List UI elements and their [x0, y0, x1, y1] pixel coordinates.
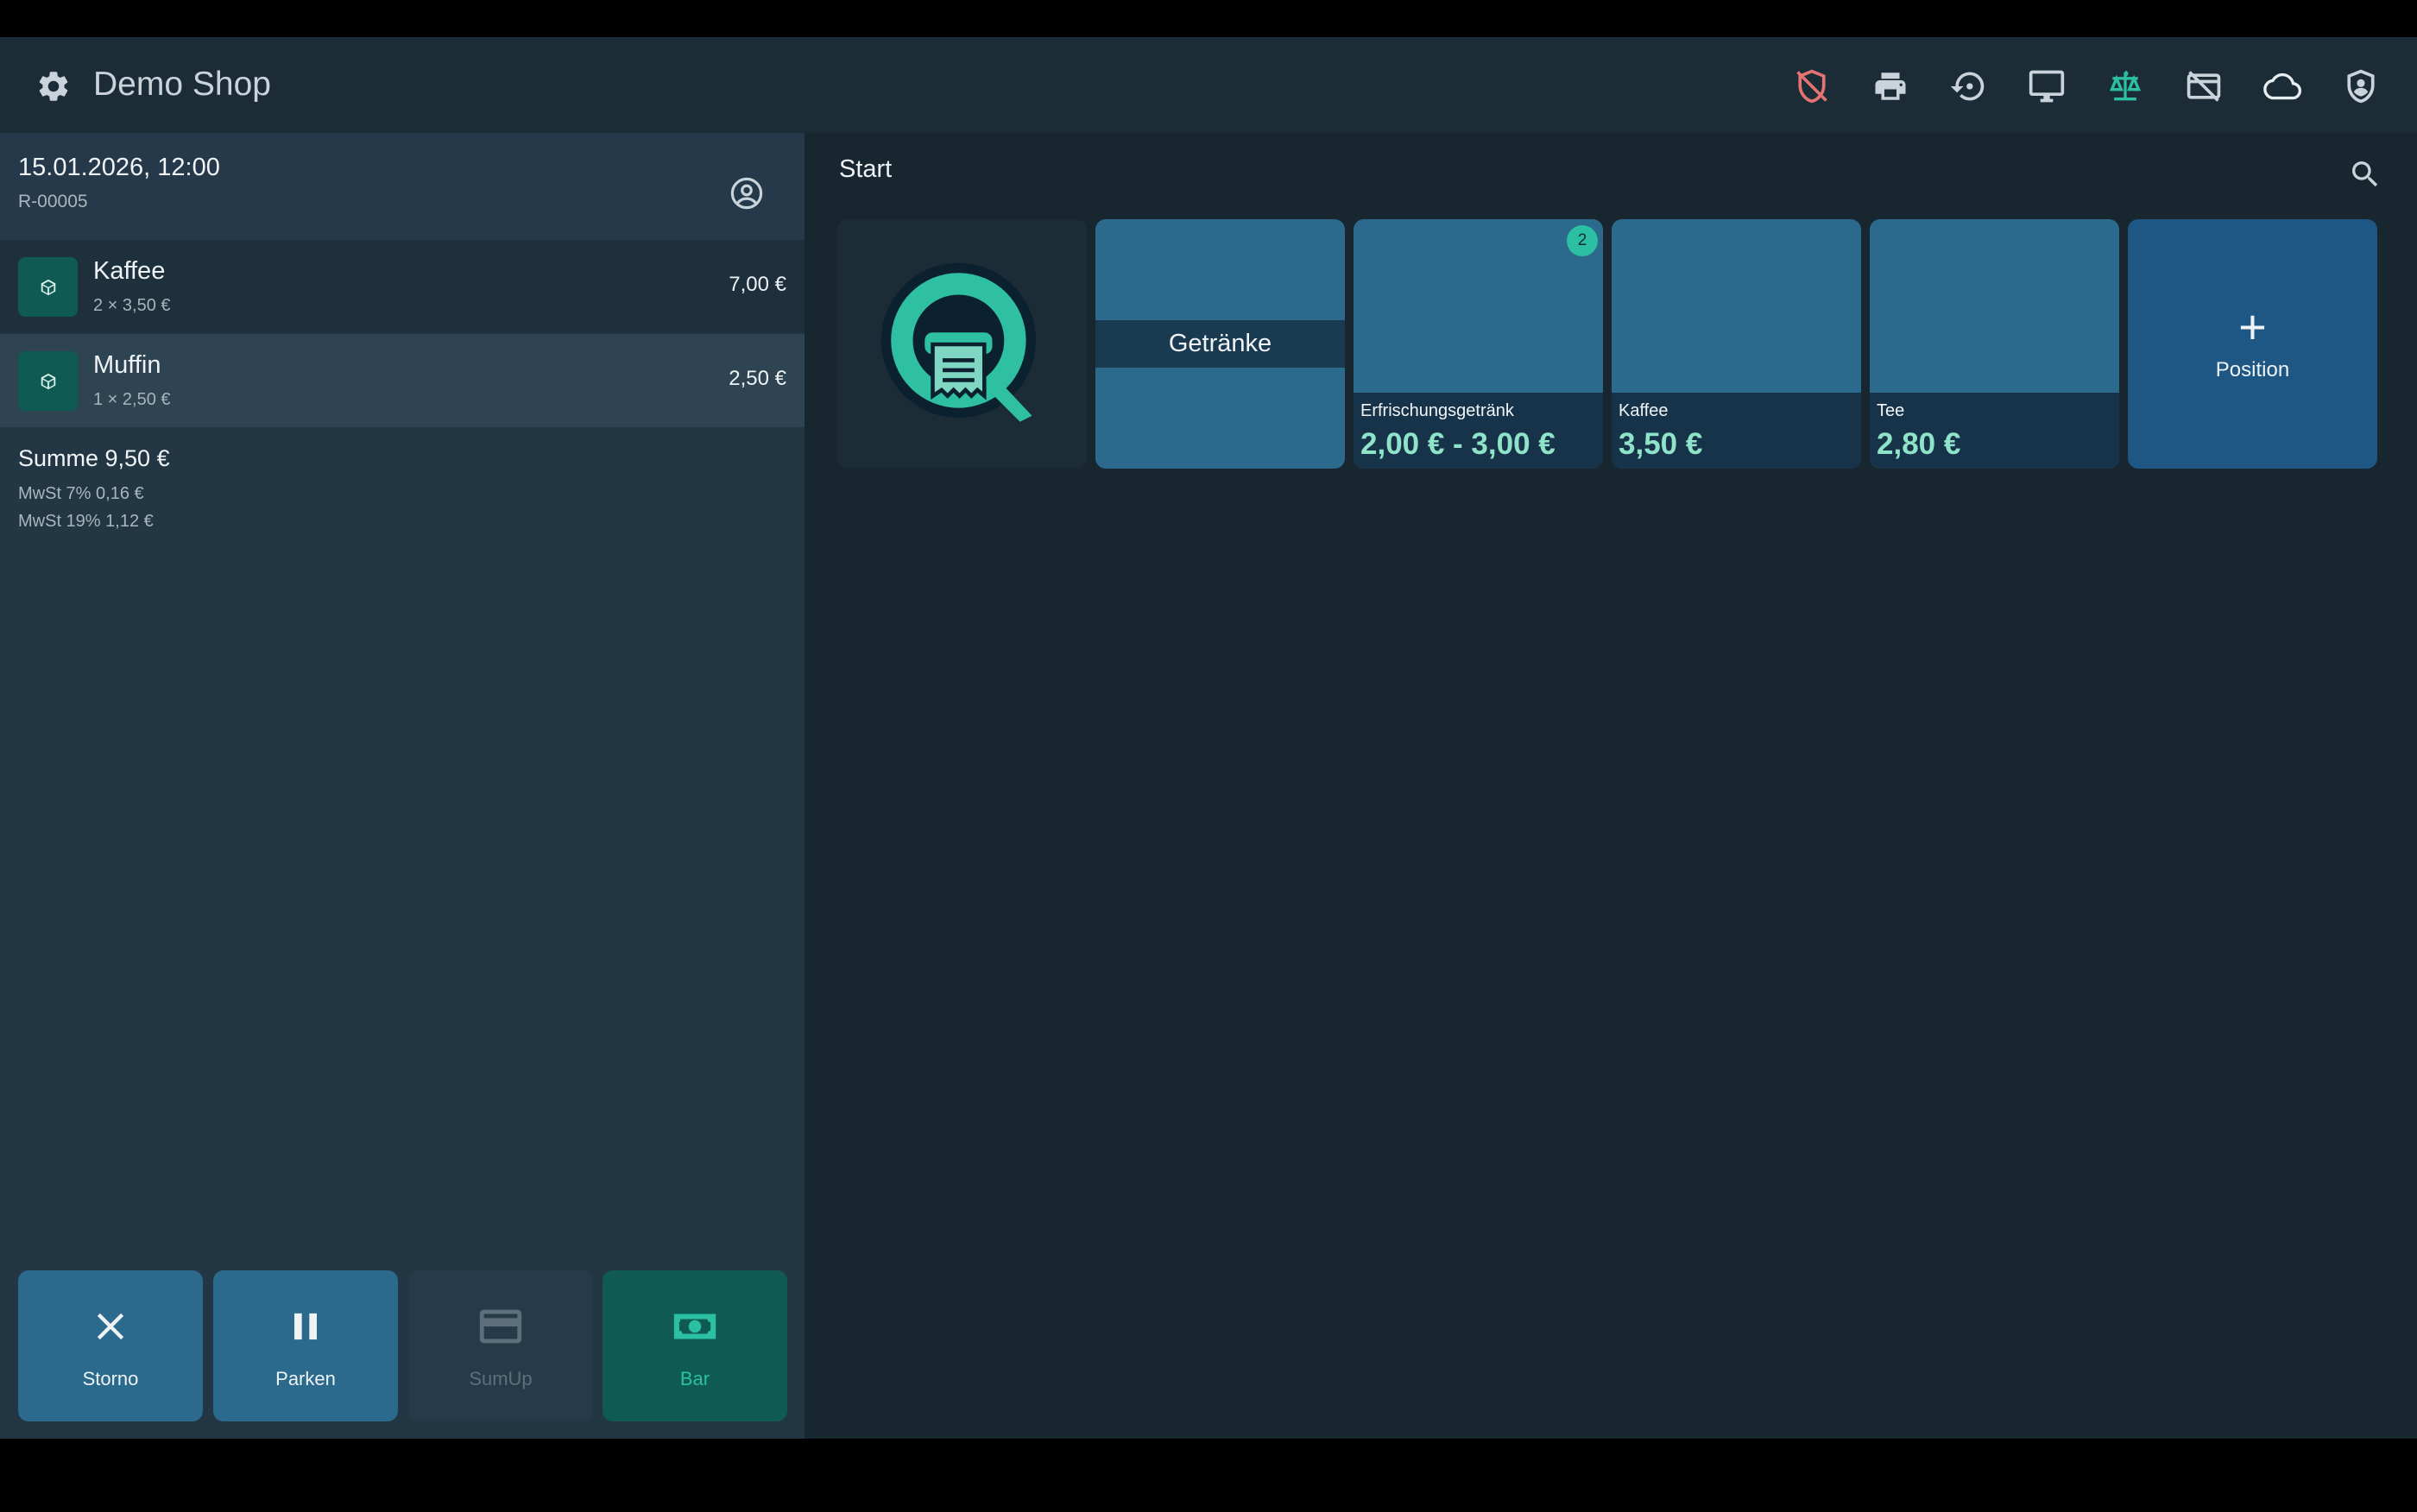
account-circle-icon	[730, 177, 763, 210]
variant-count-badge: 2	[1567, 225, 1598, 256]
product-area: Start Getränke 2 Erfrischungsgetränk 2,0…	[805, 133, 2417, 1439]
monitor-icon	[2029, 70, 2065, 103]
shield-off-icon	[1796, 69, 1827, 104]
parken-button[interactable]: Parken	[213, 1270, 398, 1421]
receipt-datetime: 15.01.2026, 12:00	[18, 154, 220, 181]
product-price: 2,80 €	[1877, 427, 1961, 461]
breadcrumb[interactable]: Start	[839, 155, 892, 184]
monitor-button[interactable]	[2023, 62, 2071, 110]
search-icon	[2352, 161, 2378, 187]
cube-icon	[41, 373, 55, 389]
top-bar: Demo Shop	[0, 37, 2417, 133]
settings-button[interactable]	[33, 66, 74, 107]
scale-icon	[2109, 70, 2142, 101]
shield-account-icon	[2347, 69, 2375, 104]
product-name: Tee	[1877, 401, 1905, 420]
cloud-button[interactable]	[2258, 62, 2307, 110]
storno-button[interactable]: Storno	[18, 1270, 203, 1421]
receipt-panel: 15.01.2026, 12:00 R-00005 Kaffee 2 × 3,5…	[0, 133, 805, 1439]
scale-button[interactable]	[2101, 62, 2149, 110]
product-name: Kaffee	[1619, 401, 1669, 420]
credit-card-icon	[479, 1309, 522, 1344]
plus-icon: +	[2238, 299, 2267, 354]
app-logo-icon	[880, 262, 1036, 422]
sumup-button[interactable]: SumUp	[408, 1270, 593, 1421]
receipt-line[interactable]: Muffin 1 × 2,50 € 2,50 €	[0, 334, 805, 427]
receipt-number: R-00005	[18, 192, 88, 211]
shop-logo-tile	[837, 219, 1087, 469]
printer-button[interactable]	[1866, 62, 1915, 110]
action-label: Parken	[275, 1368, 336, 1389]
printer-icon	[1875, 72, 1906, 100]
tax-line: MwSt 19% 1,12 €	[18, 512, 154, 531]
cash-icon	[673, 1314, 716, 1339]
product-tile[interactable]: Kaffee 3,50 €	[1612, 219, 1861, 469]
card-off-button[interactable]	[2180, 62, 2228, 110]
category-tile[interactable]: Getränke	[1095, 219, 1345, 469]
product-name: Erfrischungsgetränk	[1360, 401, 1514, 420]
category-label: Getränke	[1095, 320, 1345, 368]
action-label: Bar	[679, 1368, 710, 1389]
cube-icon	[41, 279, 55, 295]
shop-name: Demo Shop	[93, 66, 271, 103]
product-icon	[18, 257, 78, 317]
pos-app: Demo Shop 15.01.2026, 12:00 R-00005 Kaff…	[0, 37, 2417, 1439]
action-label: Storno	[82, 1368, 139, 1389]
product-footer: Tee 2,80 €	[1870, 393, 2119, 469]
product-tile[interactable]: 2 Erfrischungsgetränk 2,00 € - 3,00 €	[1354, 219, 1603, 469]
search-button[interactable]	[2344, 154, 2386, 195]
line-total: 2,50 €	[729, 367, 786, 390]
card-off-icon	[2187, 71, 2221, 102]
receipt-header: 15.01.2026, 12:00 R-00005	[0, 133, 805, 240]
gear-icon	[39, 72, 68, 101]
close-icon	[97, 1313, 124, 1340]
line-quantity: 1 × 2,50 €	[93, 390, 171, 409]
pause-icon	[294, 1313, 317, 1340]
product-tile[interactable]: Tee 2,80 €	[1870, 219, 2119, 469]
line-name: Muffin	[93, 351, 161, 379]
product-footer: Kaffee 3,50 €	[1612, 393, 1861, 469]
customer-button[interactable]	[723, 170, 770, 217]
shield-account-button[interactable]	[2337, 62, 2385, 110]
receipt-sum: Summe 9,50 €	[18, 445, 170, 471]
tax-line: MwSt 7% 0,16 €	[18, 484, 144, 503]
add-position-tile[interactable]: + Position	[2128, 219, 2377, 469]
product-price: 3,50 €	[1619, 427, 1703, 461]
line-total: 7,00 €	[729, 273, 786, 296]
line-quantity: 2 × 3,50 €	[93, 296, 171, 315]
add-position-label: Position	[2215, 357, 2290, 381]
history-icon	[1950, 72, 1985, 101]
product-icon	[18, 351, 78, 411]
product-price: 2,00 € - 3,00 €	[1360, 427, 1556, 461]
line-name: Kaffee	[93, 257, 166, 285]
product-footer: Erfrischungsgetränk 2,00 € - 3,00 €	[1354, 393, 1603, 469]
cloud-icon	[2263, 72, 2302, 100]
receipt-line[interactable]: Kaffee 2 × 3,50 € 7,00 €	[0, 240, 805, 333]
bar-button[interactable]: Bar	[603, 1270, 787, 1421]
history-button[interactable]	[1944, 62, 1992, 110]
shield-off-button[interactable]	[1788, 62, 1836, 110]
action-label: SumUp	[469, 1368, 533, 1389]
